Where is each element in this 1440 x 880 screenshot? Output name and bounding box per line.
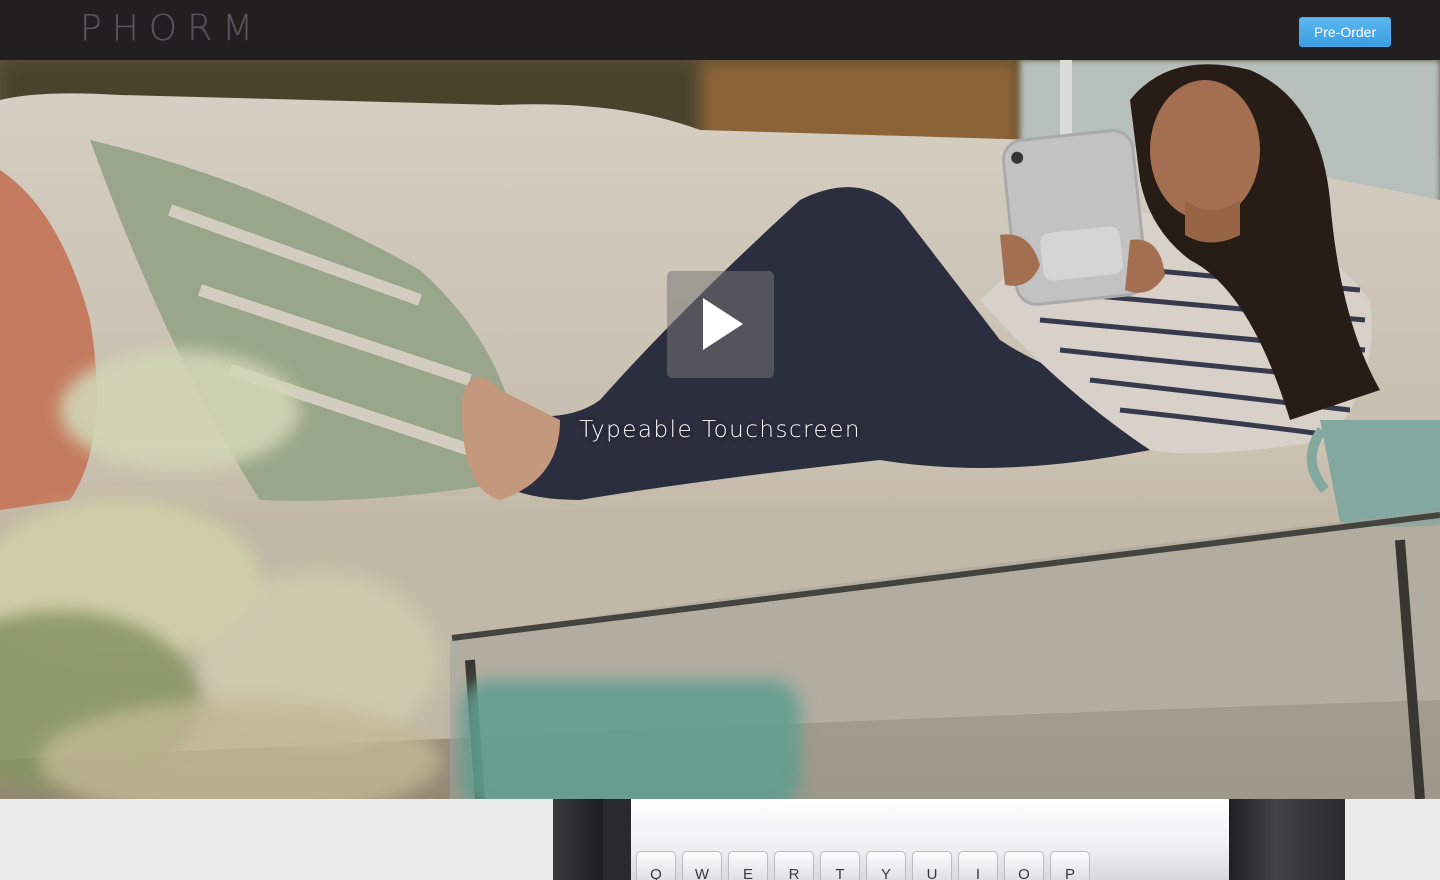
device-screen: Q W E R T Y U I O P <box>631 799 1229 880</box>
key: E <box>728 851 768 880</box>
pre-order-button[interactable]: Pre-Order <box>1299 17 1391 47</box>
top-nav: PHORM Pre-Order <box>0 0 1440 60</box>
key: O <box>1004 851 1044 880</box>
hero-caption: Typeable Touchscreen <box>579 417 861 443</box>
device-image: Q W E R T Y U I O P <box>553 799 1345 880</box>
key: W <box>682 851 722 880</box>
device-bezel-right <box>1229 799 1345 880</box>
keyboard-row: Q W E R T Y U I O P <box>636 851 1226 880</box>
play-icon <box>703 298 743 350</box>
key: T <box>820 851 860 880</box>
device-section: Q W E R T Y U I O P <box>0 799 1440 880</box>
key: R <box>774 851 814 880</box>
key: I <box>958 851 998 880</box>
key: U <box>912 851 952 880</box>
hero-video[interactable]: Typeable Touchscreen <box>0 60 1440 799</box>
phorm-logo[interactable]: PHORM <box>80 8 263 49</box>
device-bezel-left <box>553 799 603 880</box>
key: Y <box>866 851 906 880</box>
play-video-button[interactable] <box>667 271 774 378</box>
key: Q <box>636 851 676 880</box>
key: P <box>1050 851 1090 880</box>
